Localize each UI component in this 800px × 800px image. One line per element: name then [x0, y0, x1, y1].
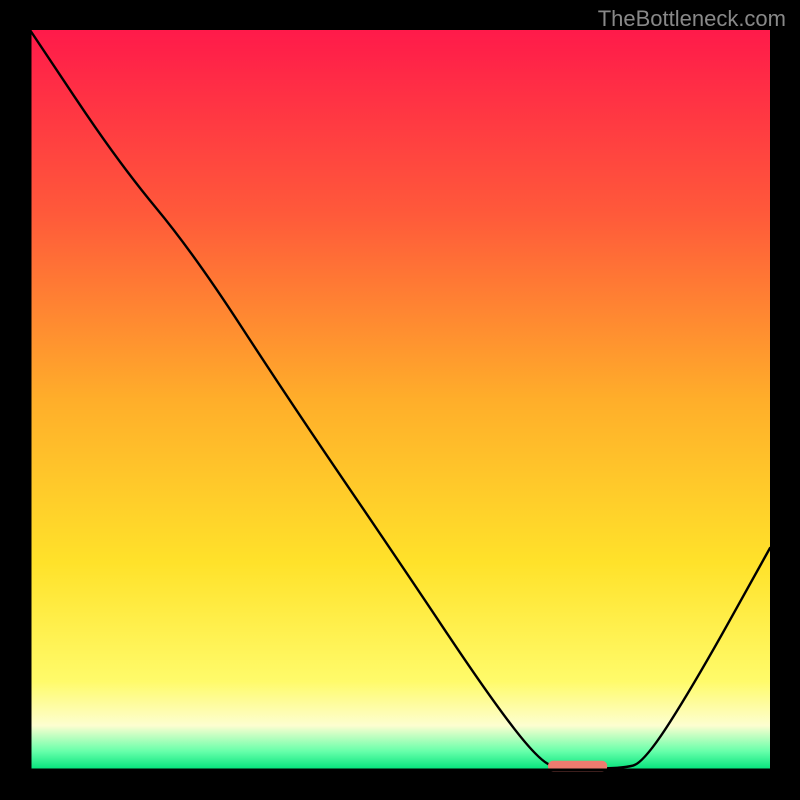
bottleneck-chart — [0, 0, 800, 800]
watermark-text: TheBottleneck.com — [598, 6, 786, 32]
plot-background — [30, 30, 770, 770]
